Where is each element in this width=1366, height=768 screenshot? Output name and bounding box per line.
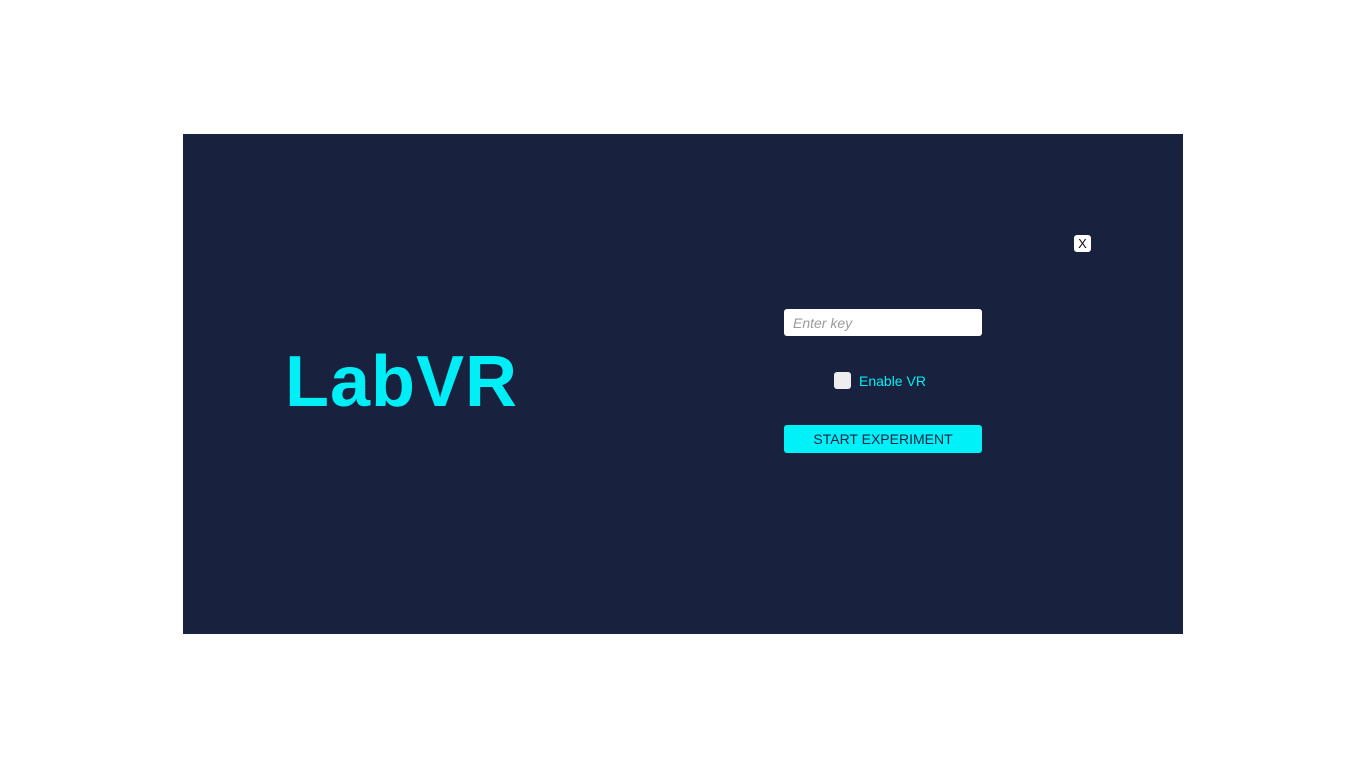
close-button[interactable]: X <box>1074 235 1091 252</box>
start-experiment-button[interactable]: START EXPERIMENT <box>784 425 982 453</box>
launcher-panel: LabVR X Enable VR START EXPERIMENT <box>183 134 1183 634</box>
enable-vr-checkbox[interactable] <box>834 372 851 389</box>
enable-vr-toggle[interactable]: Enable VR <box>834 372 926 389</box>
key-input[interactable] <box>784 309 982 336</box>
enable-vr-label: Enable VR <box>859 372 926 389</box>
app-title: LabVR <box>285 342 519 422</box>
